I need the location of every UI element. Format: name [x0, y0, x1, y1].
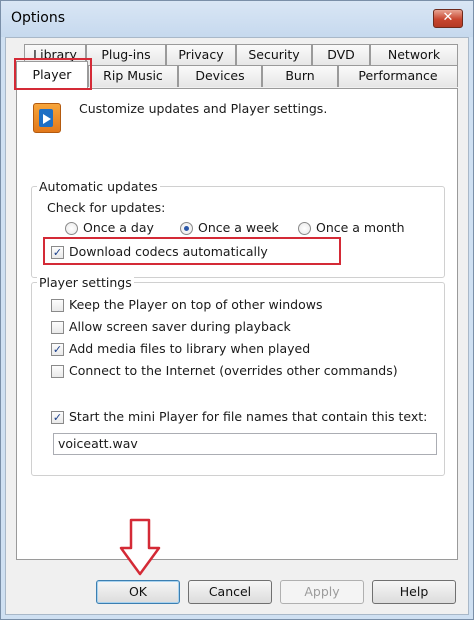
- automatic-updates-label: Automatic updates: [37, 179, 160, 194]
- title-bar[interactable]: Options ✕: [1, 1, 473, 37]
- connect-internet-checkbox[interactable]: [51, 365, 64, 378]
- radio-once-a-day[interactable]: [65, 222, 78, 235]
- add-to-library-checkbox[interactable]: ✓: [51, 343, 64, 356]
- mini-player-label: Start the mini Player for file names tha…: [69, 409, 428, 424]
- allow-screensaver-checkbox[interactable]: [51, 321, 64, 334]
- add-to-library-label: Add media files to library when played: [69, 341, 311, 356]
- player-settings-label: Player settings: [37, 275, 134, 290]
- close-button[interactable]: ✕: [433, 9, 463, 28]
- close-icon: ✕: [442, 10, 454, 25]
- tab-devices[interactable]: Devices: [178, 65, 262, 87]
- options-dialog: Options ✕ Library Plug-ins Privacy Secur…: [0, 0, 474, 620]
- check-for-updates-label: Check for updates:: [47, 200, 166, 215]
- tab-privacy[interactable]: Privacy: [166, 44, 236, 66]
- mini-player-checkbox[interactable]: ✓: [51, 411, 64, 424]
- allow-screensaver-label: Allow screen saver during playback: [69, 319, 291, 334]
- mini-player-filename-input[interactable]: voiceatt.wav: [53, 433, 437, 455]
- keep-on-top-checkbox[interactable]: [51, 299, 64, 312]
- keep-on-top-label: Keep the Player on top of other windows: [69, 297, 323, 312]
- tab-network[interactable]: Network: [370, 44, 458, 66]
- radio-once-a-week[interactable]: [180, 222, 193, 235]
- apply-button[interactable]: Apply: [280, 580, 364, 604]
- connect-internet-label: Connect to the Internet (overrides other…: [69, 363, 398, 378]
- tab-player[interactable]: Player: [16, 61, 88, 89]
- radio-once-a-week-label: Once a week: [198, 220, 279, 235]
- panel-description: Customize updates and Player settings.: [79, 101, 328, 116]
- dialog-client-area: Library Plug-ins Privacy Security DVD Ne…: [5, 37, 469, 615]
- media-player-icon: [33, 103, 61, 133]
- radio-once-a-month-label: Once a month: [316, 220, 405, 235]
- tab-performance[interactable]: Performance: [338, 65, 458, 87]
- tab-burn[interactable]: Burn: [262, 65, 338, 87]
- tab-security[interactable]: Security: [236, 44, 312, 66]
- tab-rip-music[interactable]: Rip Music: [88, 65, 178, 87]
- cancel-button[interactable]: Cancel: [188, 580, 272, 604]
- tab-plug-ins[interactable]: Plug-ins: [86, 44, 166, 66]
- tab-dvd[interactable]: DVD: [312, 44, 370, 66]
- radio-once-a-month[interactable]: [298, 222, 311, 235]
- player-tab-panel: Customize updates and Player settings. A…: [16, 88, 458, 560]
- window-title: Options: [11, 10, 66, 26]
- download-codecs-label: Download codecs automatically: [69, 244, 268, 259]
- down-arrow-icon: [119, 518, 161, 576]
- download-codecs-checkbox[interactable]: ✓: [51, 246, 64, 259]
- ok-button[interactable]: OK: [96, 580, 180, 604]
- radio-once-a-day-label: Once a day: [83, 220, 154, 235]
- help-button[interactable]: Help: [372, 580, 456, 604]
